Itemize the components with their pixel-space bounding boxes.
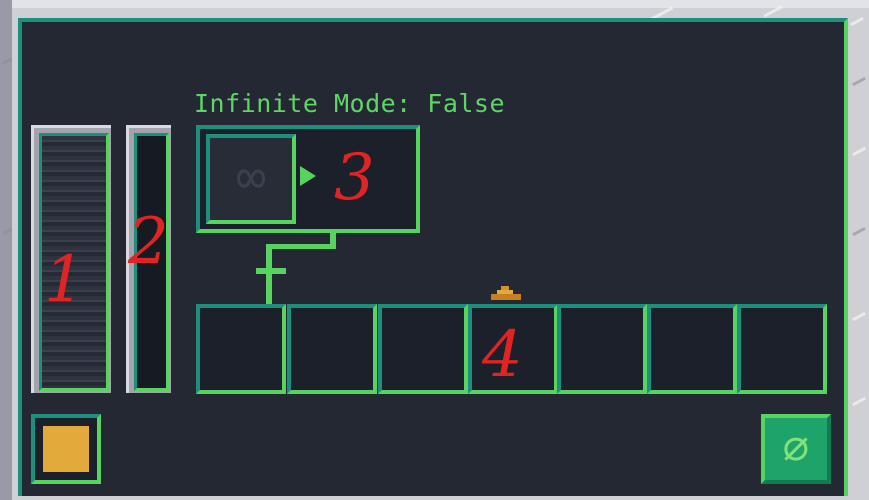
frame-crack	[852, 396, 866, 407]
output-slot-2[interactable]	[287, 304, 377, 394]
annotation-1: 1	[44, 243, 85, 317]
output-slot-6[interactable]	[647, 304, 737, 394]
connector-pipe	[256, 268, 286, 274]
frame-bevel-top	[0, 0, 869, 8]
dust-pile-icon	[491, 286, 521, 300]
frame-bevel-left	[0, 0, 12, 500]
annotation-4: 4	[482, 318, 523, 392]
color-swatch	[43, 426, 89, 472]
arrow-right-icon	[300, 166, 316, 186]
clear-button[interactable]: ∅	[761, 414, 831, 484]
frame-crack	[852, 146, 866, 157]
frame-crack	[852, 226, 866, 237]
frame-crack	[852, 76, 866, 87]
connector-pipe	[266, 244, 336, 249]
clear-icon: ∅	[782, 423, 810, 474]
annotation-3: 3	[334, 141, 375, 215]
infinity-icon: ∞	[235, 148, 267, 206]
frame-crack	[850, 16, 864, 27]
infinite-mode-label: Infinite Mode: False	[194, 89, 506, 118]
annotation-2: 2	[128, 205, 169, 279]
output-slot-7[interactable]	[737, 304, 827, 394]
output-slot-3[interactable]	[378, 304, 468, 394]
output-slot-5[interactable]	[557, 304, 647, 394]
color-selector[interactable]	[31, 414, 101, 484]
connector-pipe	[266, 244, 272, 304]
frame-crack	[852, 311, 866, 322]
output-slot-1[interactable]	[196, 304, 286, 394]
